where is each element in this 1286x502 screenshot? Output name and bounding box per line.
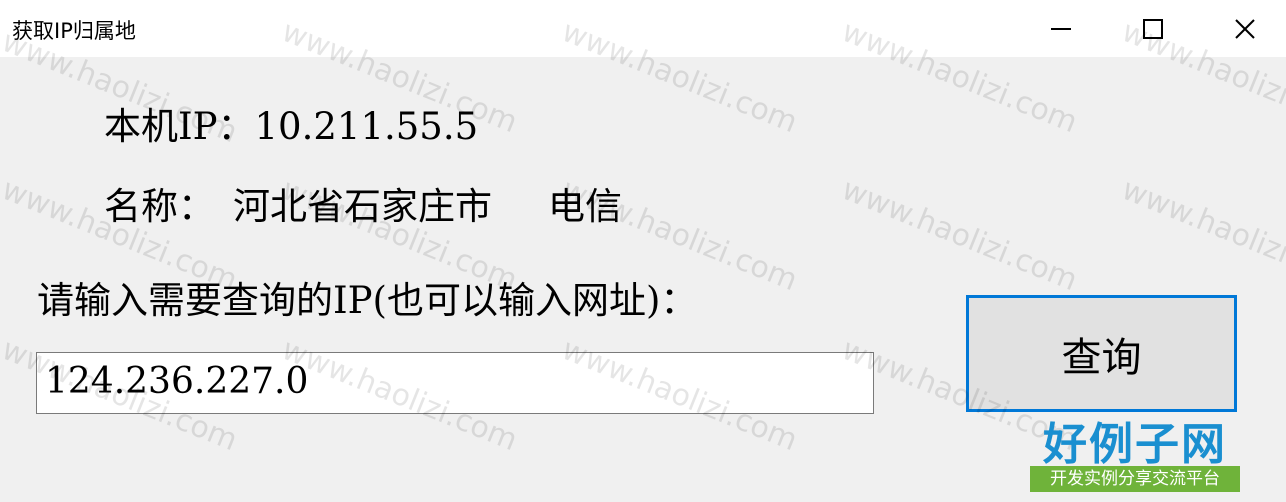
local-ip-value: 10.211.55.5 xyxy=(254,105,479,148)
maximize-icon xyxy=(1143,18,1163,39)
isp-value: 电信 xyxy=(548,185,622,228)
maximize-button[interactable] xyxy=(1107,0,1199,57)
brand-subtitle: 开发实例分享交流平台 xyxy=(1030,466,1240,492)
window-title: 获取IP归属地 xyxy=(12,19,136,43)
title-bar: 获取IP归属地 xyxy=(0,0,1286,57)
close-button[interactable] xyxy=(1199,0,1286,57)
local-ip-label: 本机IP： xyxy=(104,105,255,148)
query-button[interactable]: 查询 xyxy=(966,295,1237,412)
brand-logo: 好例子网 开发实例分享交流平台 xyxy=(1030,408,1240,492)
local-ip-row: 本机IP：10.211.55.5 xyxy=(104,96,478,150)
query-prompt: 请输入需要查询的IP(也可以输入网址)： xyxy=(37,279,698,322)
ip-input[interactable]: 124.236.227.0 xyxy=(36,352,874,414)
brand-title: 好例子网 xyxy=(1043,419,1227,470)
minimize-button[interactable] xyxy=(1015,0,1107,57)
name-label: 名称： xyxy=(104,185,215,228)
close-icon xyxy=(1235,18,1255,39)
minimize-icon xyxy=(1051,27,1071,30)
location-value: 河北省石家庄市 xyxy=(233,185,492,228)
location-row: 名称： 河北省石家庄市 电信 xyxy=(104,176,622,230)
